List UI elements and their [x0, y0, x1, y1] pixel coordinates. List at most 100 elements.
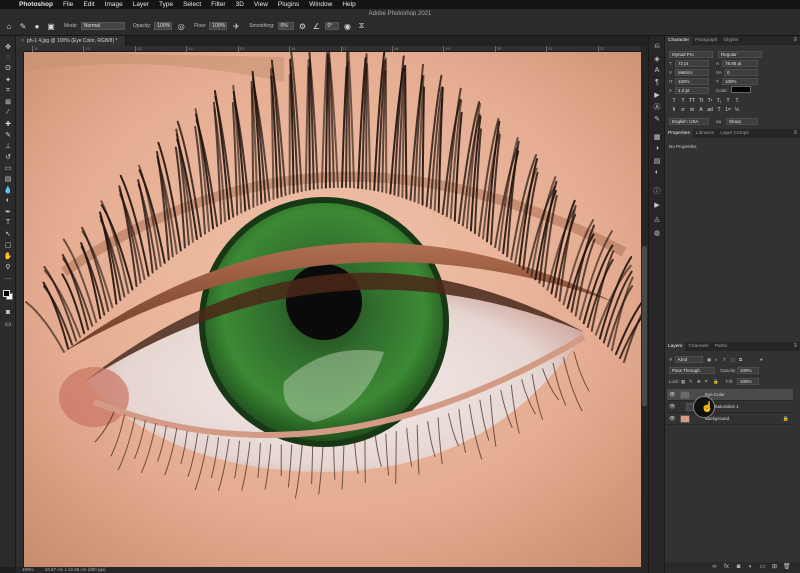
swatches-panel-icon[interactable]: ▦	[652, 132, 662, 141]
small-caps-button[interactable]: Tt	[698, 98, 704, 104]
menu-image[interactable]: Image	[100, 0, 128, 9]
tracking-field[interactable]: 0	[724, 69, 758, 76]
marquee-tool-icon[interactable]: ◌	[3, 53, 13, 62]
close-icon[interactable]: ×	[21, 38, 24, 44]
layer-style-icon[interactable]: fx	[723, 564, 730, 571]
menu-window[interactable]: Window	[304, 0, 337, 9]
underline-button[interactable]: T	[725, 98, 731, 104]
path-select-icon[interactable]: ↖	[3, 229, 13, 238]
blend-mode-select[interactable]: Pass Through	[669, 367, 715, 374]
brush-tool-icon[interactable]: ✎	[18, 21, 28, 31]
lock-pixels-icon[interactable]: ▦	[681, 379, 685, 385]
brush-panel-icon[interactable]: ✎	[652, 114, 662, 123]
color-panel-icon[interactable]: ◐	[652, 168, 662, 177]
filter-toggle-icon[interactable]: ●	[760, 357, 763, 362]
3d-panel-icon[interactable]: ◬	[652, 214, 662, 223]
opentype-a-button[interactable]: A	[698, 107, 704, 113]
frame-tool-icon[interactable]: ⊠	[3, 97, 13, 106]
opentype-ad-button[interactable]: ad	[707, 107, 713, 113]
eyedropper-tool-icon[interactable]: ⁄	[3, 108, 13, 117]
flow-field[interactable]: 100%	[209, 22, 228, 30]
eye-icon[interactable]: 👁	[669, 392, 675, 398]
history-brush-icon[interactable]: ↺	[3, 152, 13, 161]
pen-tool-icon[interactable]: ✒	[3, 207, 13, 216]
menu-help[interactable]: Help	[337, 0, 360, 9]
adjustments-panel-icon[interactable]: ◑	[652, 144, 662, 153]
horizontal-scale-field[interactable]: 100%	[722, 78, 758, 85]
type-tool-icon[interactable]: T	[3, 218, 13, 227]
styles-panel-icon[interactable]: ▤	[652, 156, 662, 165]
opentype-half-button[interactable]: ½	[734, 107, 740, 113]
tab-channels[interactable]: Channels	[685, 342, 711, 351]
brush-tool-icon[interactable]: ✎	[3, 130, 13, 139]
filter-smart-icon[interactable]: ⧉	[739, 357, 742, 362]
layer-filter-select[interactable]: Kind	[675, 356, 703, 363]
tab-character[interactable]: Character	[665, 36, 693, 45]
tab-paths[interactable]: Paths	[712, 342, 730, 351]
subscript-button[interactable]: T₁	[716, 98, 722, 104]
tab-paragraph[interactable]: Paragraph	[692, 36, 720, 45]
navigator-panel-icon[interactable]: ◈	[652, 54, 662, 63]
new-group-icon[interactable]: ▭	[759, 564, 766, 571]
baseline-shift-field[interactable]: 1.2 pt	[675, 87, 709, 94]
filter-shape-icon[interactable]: ▢	[731, 357, 735, 363]
character-panel-icon[interactable]: A	[652, 66, 662, 75]
menu-plugins[interactable]: Plugins	[273, 0, 304, 9]
menu-view[interactable]: View	[249, 0, 273, 9]
mode-select[interactable]: Normal	[80, 22, 125, 30]
menu-type[interactable]: Type	[154, 0, 178, 9]
layer-row[interactable]: 👁 Background 🔒	[667, 413, 793, 425]
menu-edit[interactable]: Edit	[78, 0, 99, 9]
zoom-level[interactable]: 100%	[22, 567, 34, 572]
opentype-t-button[interactable]: T	[716, 107, 722, 113]
canvas-scrollbar[interactable]	[641, 46, 648, 567]
opentype-1st-button[interactable]: 1ˢᵗ	[725, 107, 731, 113]
smoothing-field[interactable]: 0%	[277, 22, 294, 30]
brush-preset-icon[interactable]: ●	[32, 21, 42, 31]
menu-app[interactable]: Photoshop	[14, 0, 58, 9]
quick-select-tool-icon[interactable]: ✦	[3, 75, 13, 84]
document-canvas[interactable]	[24, 52, 641, 567]
all-caps-button[interactable]: TT	[689, 98, 695, 104]
fill-field[interactable]: 100%	[737, 378, 759, 385]
airbrush-icon[interactable]: ✈	[231, 21, 241, 31]
lock-artboard-icon[interactable]: ⌗	[705, 379, 708, 384]
faux-bold-button[interactable]: T	[671, 98, 677, 104]
timeline-panel-icon[interactable]: ▶	[652, 200, 662, 209]
angle-field[interactable]: 0°	[324, 22, 339, 30]
opentype-fi-button[interactable]: fi	[671, 107, 677, 113]
document-tab[interactable]: × ph-1 4.jpg @ 100% (Eye Color, RGB/8) *	[16, 36, 126, 46]
kerning-field[interactable]: Metrics	[675, 69, 709, 76]
scrollbar-thumb[interactable]	[642, 246, 647, 406]
language-select[interactable]: English: USA	[669, 118, 709, 125]
healing-tool-icon[interactable]: ✚	[3, 119, 13, 128]
text-color-swatch[interactable]	[731, 86, 751, 93]
vertical-scale-field[interactable]: 100%	[675, 78, 709, 85]
gradient-tool-icon[interactable]: ▤	[3, 174, 13, 183]
info-panel-icon[interactable]: ⓘ	[652, 186, 662, 195]
font-size-field[interactable]: 72 pt	[675, 60, 709, 67]
eraser-tool-icon[interactable]: ▭	[3, 163, 13, 172]
lock-brush-icon[interactable]: ✎	[689, 379, 693, 385]
screen-mode-icon[interactable]: ▭	[3, 319, 13, 328]
panel-menu-icon[interactable]: ≡	[793, 36, 797, 45]
filter-type-icon[interactable]: T	[723, 357, 726, 362]
lock-all-icon[interactable]: 🔒	[713, 379, 719, 385]
add-mask-icon[interactable]: ◙	[735, 564, 742, 571]
eye-icon[interactable]: 👁	[669, 404, 675, 410]
more-tools-icon[interactable]: …	[3, 273, 13, 282]
pressure-size-icon[interactable]: ◉	[343, 21, 353, 31]
tab-properties[interactable]: Properties	[665, 129, 693, 138]
faux-italic-button[interactable]: T	[680, 98, 686, 104]
paragraph-panel-icon[interactable]: ¶	[652, 78, 662, 87]
font-style-select[interactable]: Regular	[718, 51, 762, 58]
quick-mask-icon[interactable]: ◙	[3, 308, 13, 317]
properties-menu-icon[interactable]: ≡	[793, 129, 797, 138]
crop-tool-icon[interactable]: ⌗	[3, 86, 13, 95]
delete-layer-icon[interactable]: 🗑	[783, 564, 791, 571]
superscript-button[interactable]: T¹	[707, 98, 713, 104]
menu-file[interactable]: File	[58, 0, 78, 9]
new-layer-icon[interactable]: ⊞	[771, 564, 778, 571]
filter-adjustment-icon[interactable]: ◐	[715, 357, 718, 362]
tab-layer-comps[interactable]: Layer Comps	[717, 129, 752, 138]
